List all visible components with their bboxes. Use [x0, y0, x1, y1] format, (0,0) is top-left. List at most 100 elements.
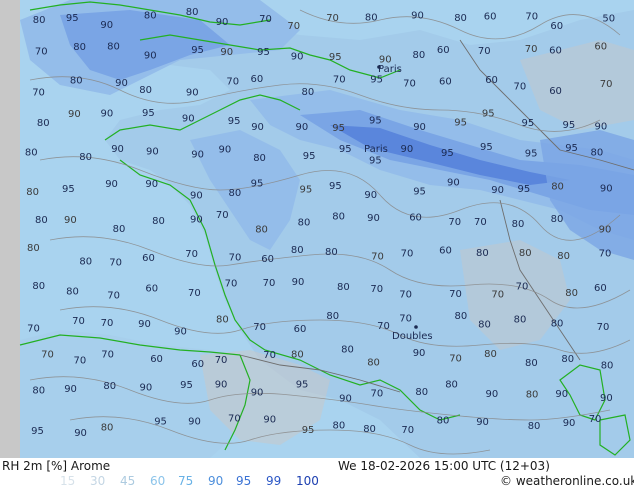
contour-label: 70 [185, 249, 198, 260]
contour-label: 70 [399, 314, 412, 325]
contour-label: 90 [291, 52, 304, 63]
contour-label: 80 [326, 311, 339, 322]
contour-label: 95 [339, 144, 352, 155]
legend-item-45: 45 [120, 474, 136, 488]
contour-label: 70 [514, 81, 527, 92]
contour-label: 90 [68, 109, 81, 120]
contour-label: 70 [599, 249, 612, 260]
contour-label: 90 [74, 428, 87, 439]
contour-label: 90 [190, 190, 203, 201]
contour-label: 90 [555, 389, 568, 400]
contour-label: 90 [190, 215, 203, 226]
contour-label: 90 [563, 418, 576, 429]
contour-label: 90 [379, 55, 392, 66]
contour-label: 70 [589, 414, 602, 425]
contour-label: 80 [528, 421, 541, 432]
legend-item-75: 75 [178, 474, 194, 488]
contour-label: 95 [525, 149, 538, 160]
contour-label: 60 [437, 45, 450, 56]
contour-label: 90 [263, 414, 276, 425]
contour-label: 90 [64, 384, 77, 395]
contour-label: 95 [300, 185, 313, 196]
contour-label: 80 [341, 345, 354, 356]
contour-label: 80 [551, 182, 564, 193]
contour-label: 70 [600, 79, 613, 90]
contour-label: 70 [32, 88, 45, 99]
contour-label: 70 [333, 75, 346, 86]
contour-label: 70 [448, 217, 461, 228]
contour-label: 70 [72, 316, 85, 327]
contour-label: 80 [25, 147, 38, 158]
contour-label: 90 [413, 122, 426, 133]
contour-label: 80 [35, 215, 48, 226]
contour-label: 70 [401, 249, 414, 260]
contour-label: 95 [482, 109, 495, 120]
legend-item-90: 90 [208, 474, 224, 488]
contour-label: 80 [27, 243, 40, 254]
contour-label: 70 [253, 322, 266, 333]
contour-label: 60 [549, 86, 562, 97]
contour-label: 70 [35, 46, 48, 57]
contour-label: 90 [600, 184, 613, 195]
contour-label: 95 [480, 142, 493, 153]
credit-link[interactable]: © weatheronline.co.uk [500, 474, 634, 488]
contour-label: 90 [101, 109, 114, 120]
contour-label: 90 [188, 417, 201, 428]
contour-label: 90 [145, 179, 158, 190]
contour-label: 95 [191, 45, 204, 56]
contour-label: 90 [174, 326, 187, 337]
contour-label: 70 [449, 353, 462, 364]
contour-label: 70 [370, 284, 383, 295]
contour-label: 80 [302, 87, 315, 98]
contour-label: 70 [401, 425, 414, 436]
contour-label: 90 [411, 11, 424, 22]
contour-label: 60 [294, 324, 307, 335]
contour-label: 90 [599, 225, 612, 236]
contour-label: 95 [303, 151, 316, 162]
contour-label: 80 [526, 390, 539, 401]
contour-label: 90 [144, 51, 157, 62]
contour-label: 70 [215, 355, 228, 366]
contour-label: 60 [550, 21, 563, 32]
contour-label: 80 [525, 358, 538, 369]
contour-label: 90 [220, 47, 233, 58]
contour-label: 70 [377, 321, 390, 332]
legend-item-30: 30 [90, 474, 106, 488]
contour-label: 70 [525, 12, 538, 23]
contour-label: 80 [255, 225, 268, 236]
contour-label: 70 [449, 289, 462, 300]
map-title: RH 2m [%] Arome [2, 459, 111, 473]
contour-label: 70 [188, 288, 201, 299]
contour-label: 95 [66, 13, 79, 24]
contour-label: 80 [66, 287, 79, 298]
contour-label: 95 [251, 179, 264, 190]
contour-label: 70 [228, 414, 241, 425]
contour-label: 90 [215, 379, 228, 390]
contour-label: 80 [512, 219, 525, 230]
legend-item-100: 100 [296, 474, 319, 488]
contour-label: 95 [454, 118, 467, 129]
contour-label: 90 [251, 122, 264, 133]
contour-label: 70 [399, 289, 412, 300]
contour-label: 80 [591, 148, 604, 159]
contour-label: 60 [261, 254, 274, 265]
contour-label: 80 [337, 282, 350, 293]
contour-label: 80 [561, 354, 574, 365]
contour-label: 80 [139, 85, 152, 96]
contour-label: 80 [445, 379, 458, 390]
contour-label: 90 [401, 144, 414, 155]
contour-label: 70 [263, 278, 276, 289]
contour-label: 90 [491, 185, 504, 196]
contour-label: 80 [519, 248, 532, 259]
contour-label: 80 [367, 358, 380, 369]
domain-edge [0, 0, 20, 458]
contour-label: 90 [111, 144, 124, 155]
contour-label: 80 [73, 42, 86, 53]
contour-label: 80 [101, 422, 114, 433]
legend-item-15: 15 [60, 474, 76, 488]
doubles-marker [414, 325, 418, 329]
contour-label: 60 [439, 245, 452, 256]
contour-label: 90 [100, 20, 113, 31]
contour-label: 80 [26, 187, 39, 198]
contour-label: 90 [413, 348, 426, 359]
